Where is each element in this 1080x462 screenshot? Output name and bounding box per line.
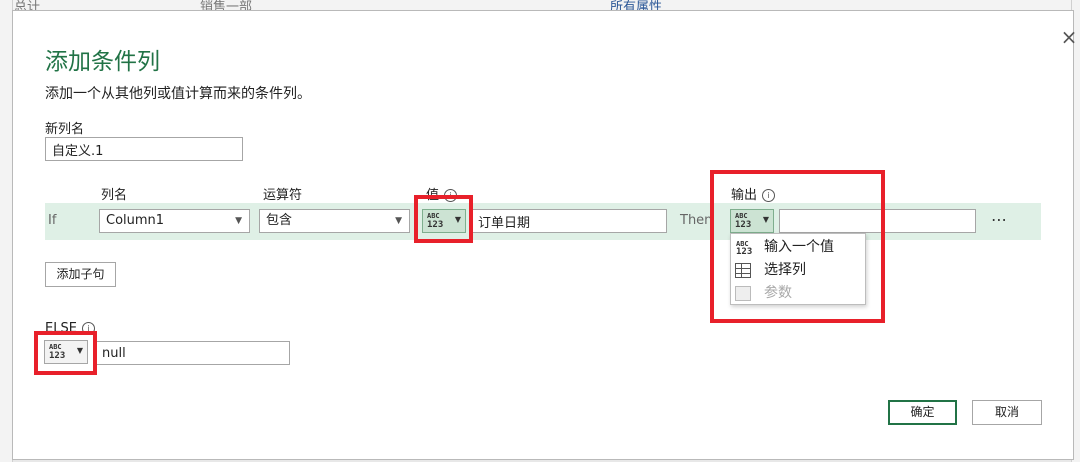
info-icon[interactable]: i [81, 322, 95, 335]
table-icon [735, 263, 751, 278]
operator-header: 运算符 [263, 188, 303, 203]
value-type-button[interactable]: ABC 123 ▼ [422, 209, 466, 233]
dialog-description: 添加一个从其他列或值计算而来的条件列。 [45, 86, 311, 102]
new-column-name-input[interactable] [45, 137, 243, 161]
chevron-down-icon: ▼ [76, 346, 83, 355]
new-column-name-label: 新列名 [45, 122, 85, 137]
if-label: If [48, 213, 57, 228]
else-label: ELSE i [45, 321, 95, 336]
menu-item-enter-value[interactable]: ABC 123 输入一个值 [731, 236, 865, 259]
column-name-select[interactable]: Column1 ▼ [99, 209, 250, 233]
info-icon[interactable]: i [762, 189, 776, 202]
abc-123-icon: ABC [735, 212, 748, 220]
then-label: Then [680, 213, 713, 228]
output-type-menu: ABC 123 输入一个值 选择列 参数 [730, 233, 866, 305]
chevron-down-icon: ▼ [454, 215, 461, 224]
menu-item-select-column[interactable]: 选择列 [731, 259, 865, 282]
column-name-header: 列名 [101, 188, 128, 203]
output-header: 输出 i [731, 184, 776, 203]
abc-123-icon: ABC [49, 343, 62, 351]
output-input[interactable] [779, 209, 976, 233]
value-input[interactable] [471, 209, 667, 233]
else-value-input[interactable] [95, 341, 290, 365]
ok-button[interactable]: 确定 [888, 400, 957, 425]
close-icon[interactable]: × [1059, 27, 1079, 47]
abc-123-icon: ABC [427, 212, 440, 220]
abc-123-icon: ABC 123 [736, 240, 753, 258]
add-clause-button[interactable]: 添加子句 [45, 262, 116, 287]
more-options-icon[interactable]: ⋯ [991, 210, 1008, 229]
column-name-select-value: Column1 [106, 213, 165, 228]
chevron-down-icon: ▼ [235, 216, 242, 226]
operator-select-value: 包含 [266, 213, 293, 228]
menu-item-parameter: 参数 [731, 282, 865, 305]
dialog-title: 添加条件列 [45, 49, 160, 75]
output-type-button[interactable]: ABC 123 ▼ [730, 209, 774, 233]
parameter-icon [735, 286, 751, 301]
chevron-down-icon: ▼ [395, 216, 402, 226]
cancel-button[interactable]: 取消 [972, 400, 1042, 425]
value-header: 值i [426, 184, 458, 203]
operator-select[interactable]: 包含 ▼ [259, 209, 410, 233]
info-icon[interactable]: i [444, 189, 458, 202]
else-type-button[interactable]: ABC 123 ▼ [44, 340, 88, 364]
chevron-down-icon: ▼ [762, 215, 769, 224]
